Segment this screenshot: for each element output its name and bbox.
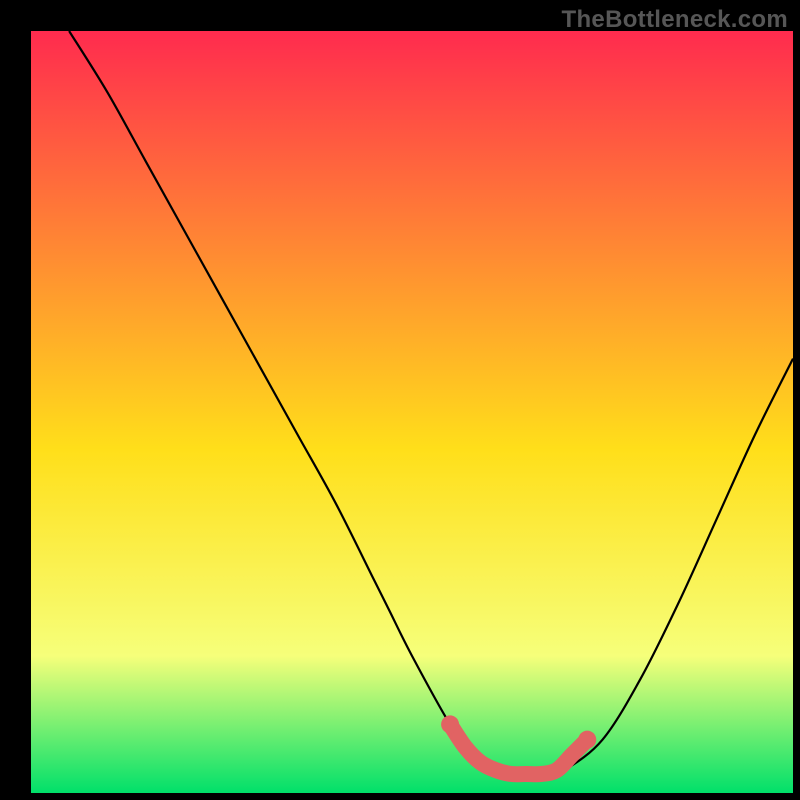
marker-dot xyxy=(578,731,596,749)
watermark-text: TheBottleneck.com xyxy=(562,6,788,34)
plot-background xyxy=(31,31,793,793)
bottleneck-chart xyxy=(0,0,800,800)
chart-container: TheBottleneck.com xyxy=(0,0,800,800)
marker-dot xyxy=(441,715,459,733)
